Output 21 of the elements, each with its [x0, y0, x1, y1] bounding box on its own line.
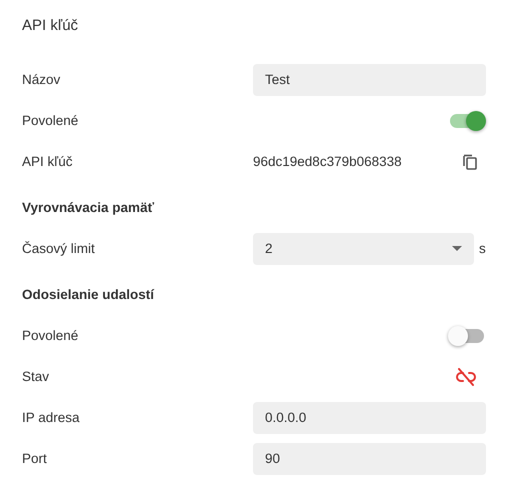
toggle-switch[interactable]: [450, 328, 484, 342]
page-title: API kľúč: [22, 17, 80, 36]
toggle-switch[interactable]: [450, 114, 484, 128]
api-key-value: 96dc19ed8c379b068338: [253, 154, 403, 169]
section-heading: Odosielanie udalostí: [22, 287, 156, 304]
dropdown-select[interactable]: 2: [253, 232, 474, 264]
field-label: Časový limit: [22, 241, 96, 256]
field-label: Povolené: [22, 113, 80, 128]
field-label: Názov: [22, 72, 62, 87]
field-label: Stav: [22, 369, 50, 384]
section-heading: Vyrovnávacia pamäť: [22, 200, 156, 217]
field-label: API kľúč: [22, 154, 74, 169]
field-label: Povolené: [22, 328, 80, 343]
input-field[interactable]: Test: [253, 64, 486, 96]
copy-icon[interactable]: [463, 154, 477, 170]
field-label: Port: [22, 451, 48, 466]
caret-icon: [452, 246, 462, 251]
field-label: IP adresa: [22, 410, 81, 425]
input-field[interactable]: 0.0.0.0: [253, 402, 486, 434]
input-field[interactable]: 90: [253, 442, 486, 474]
unit-label: s: [479, 241, 486, 256]
